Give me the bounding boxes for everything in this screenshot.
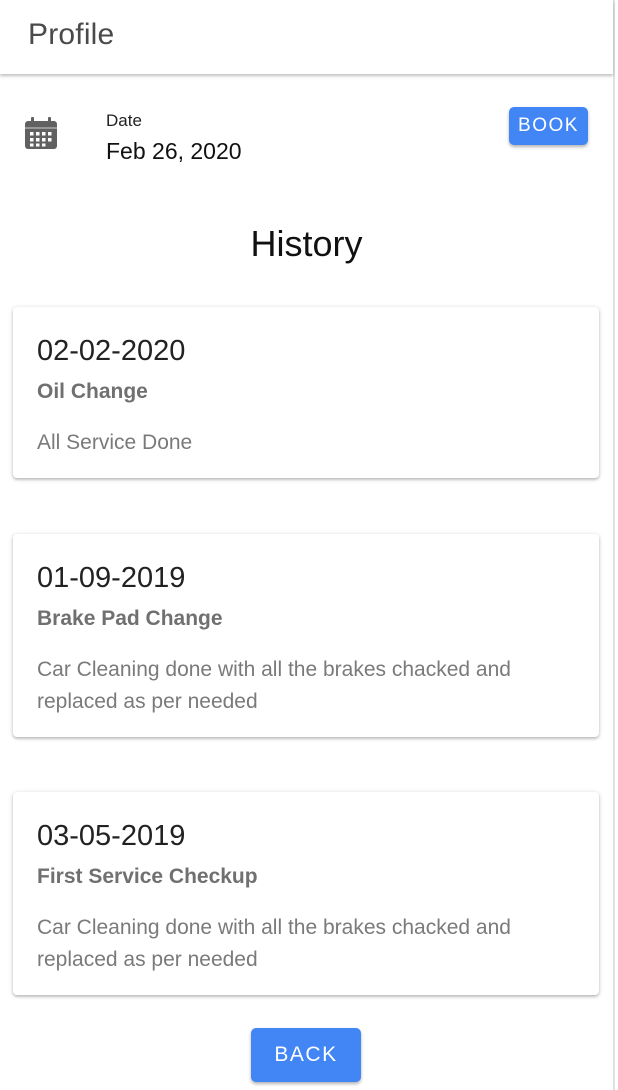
date-label: Date — [106, 111, 142, 130]
history-card-title: Oil Change — [37, 380, 148, 403]
history-heading: History — [250, 223, 363, 264]
history-card-body: Car Cleaning done with all the brakes ch… — [37, 916, 511, 971]
history-card: 02-02-2020 Oil Change All Service Done — [13, 307, 599, 478]
app-bar: Profile — [0, 0, 613, 74]
history-card-body: All Service Done — [37, 431, 193, 454]
back-button[interactable]: BACK — [251, 1028, 361, 1082]
history-card-body: Car Cleaning done with all the brakes ch… — [37, 658, 511, 713]
calendar-icon — [25, 117, 57, 149]
history-card-date: 01-09-2019 — [37, 562, 186, 594]
profile-page: Profile Date Feb 26, 2020 BOOK History 0… — [0, 0, 615, 1090]
page-title: Profile — [28, 18, 115, 51]
history-card: 01-09-2019 Brake Pad Change Car Cleaning… — [13, 534, 599, 737]
book-button[interactable]: BOOK — [509, 107, 588, 145]
date-value[interactable]: Feb 26, 2020 — [106, 138, 242, 165]
history-card-title: Brake Pad Change — [37, 607, 223, 630]
history-card: 03-05-2019 First Service Checkup Car Cle… — [13, 792, 599, 995]
history-card-title: First Service Checkup — [37, 865, 258, 888]
history-card-date: 03-05-2019 — [37, 820, 186, 852]
history-card-date: 02-02-2020 — [37, 335, 186, 367]
